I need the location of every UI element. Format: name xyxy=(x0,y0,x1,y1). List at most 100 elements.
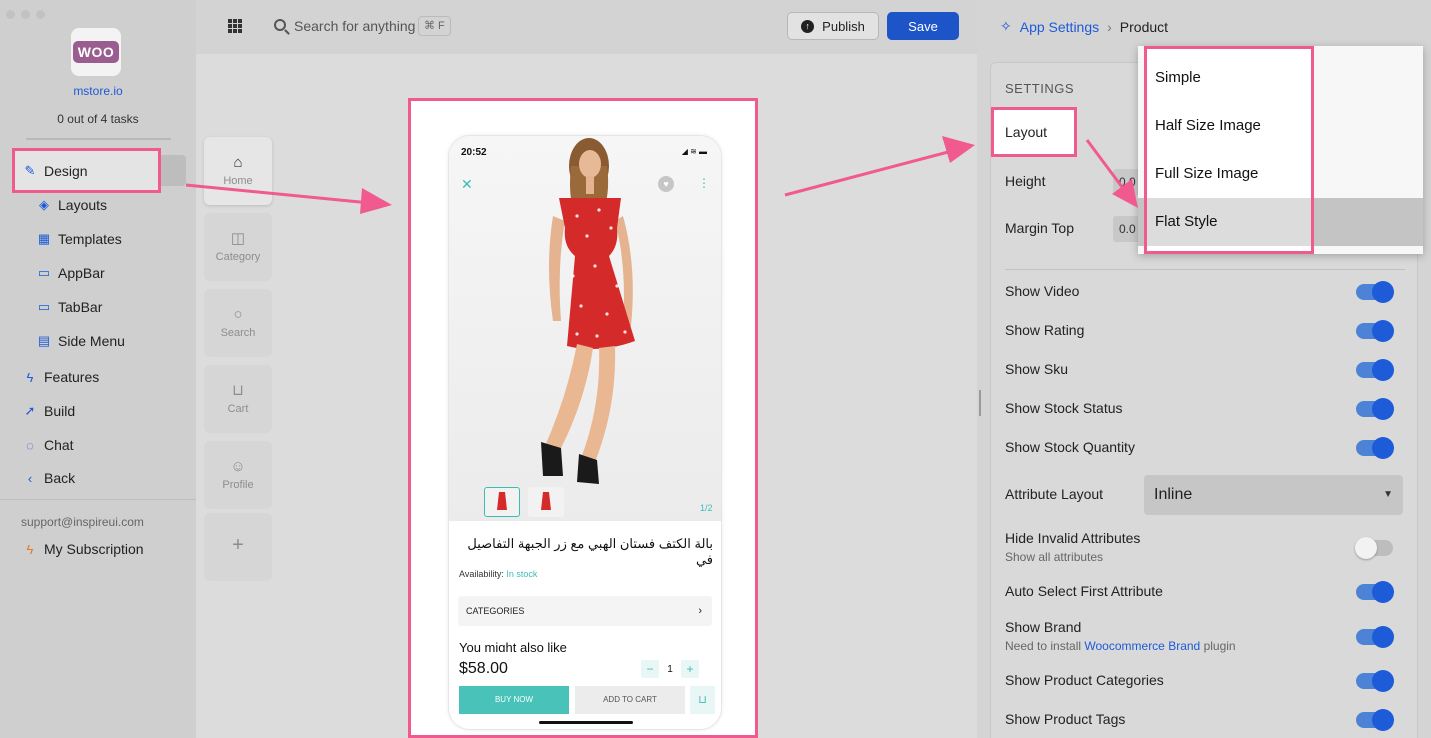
show-stock-status-toggle[interactable] xyxy=(1356,398,1394,420)
home-icon: ⌂ xyxy=(233,154,243,171)
nav-back[interactable]: ‹ Back xyxy=(22,463,75,493)
toggle-label: Show Rating xyxy=(1005,322,1085,338)
rail-cart[interactable]: ⊔ Cart xyxy=(204,365,272,433)
cart-icon[interactable]: ⊔ xyxy=(690,686,715,714)
height-label: Height xyxy=(1005,173,1046,189)
nav-label: Build xyxy=(44,403,76,419)
toggle-label: Show Sku xyxy=(1005,361,1069,377)
layers-icon: ◈ xyxy=(39,197,49,212)
toggle-label: Show Stock Status xyxy=(1005,400,1123,416)
nav-label: Layouts xyxy=(58,197,108,213)
rocket-icon: ➚ xyxy=(24,403,36,418)
dropdown-option-simple[interactable]: Simple xyxy=(1155,69,1201,86)
arrowhead xyxy=(360,188,392,214)
resize-handle[interactable] xyxy=(979,390,981,416)
show-brand-sub: Need to install Woocommerce Brand plugin xyxy=(1005,639,1236,653)
bolt-icon: ϟ xyxy=(26,541,34,557)
rail-home[interactable]: ⌂ Home xyxy=(204,137,272,205)
tabbar-icon: ▭ xyxy=(37,299,51,314)
auto-select-label: Auto Select First Attribute xyxy=(1005,583,1163,599)
rail-label: Profile xyxy=(222,479,254,491)
height-input[interactable]: 0.0 xyxy=(1113,169,1141,195)
save-button[interactable]: Save xyxy=(887,12,959,40)
profile-icon: ☺ xyxy=(230,458,246,475)
search-shortcut-badge: ⌘ F xyxy=(418,16,451,36)
availability-value: In stock xyxy=(506,569,538,579)
show-tags-toggle[interactable] xyxy=(1356,709,1394,731)
tasks-progress-text: 0 out of 4 tasks xyxy=(57,112,139,126)
rail-category[interactable]: ◫ Category xyxy=(204,213,272,281)
nav-features[interactable]: ϟ Features xyxy=(22,362,100,392)
close-icon[interactable]: ✕ xyxy=(461,176,473,193)
nav-tabbar[interactable]: ▭ TabBar xyxy=(36,292,103,322)
quantity-stepper: − 1 + xyxy=(641,660,699,678)
signal-battery-icon: ◢ ≋ ▬ xyxy=(681,147,707,156)
chevron-right-icon: › xyxy=(698,605,702,617)
dropdown-option-full-size[interactable]: Full Size Image xyxy=(1155,165,1258,182)
dropdown-option-half-size[interactable]: Half Size Image xyxy=(1155,117,1261,134)
nav-label: AppBar xyxy=(58,265,105,281)
nav-label: TabBar xyxy=(58,299,103,315)
nav-subscription[interactable]: ϟ My Subscription xyxy=(22,534,144,564)
show-video-toggle[interactable] xyxy=(1356,281,1394,303)
breadcrumb-parent[interactable]: App Settings xyxy=(1020,19,1099,35)
show-sku-toggle[interactable] xyxy=(1356,359,1394,381)
apps-grid-icon[interactable] xyxy=(228,19,242,33)
image-pager: 1/2 xyxy=(700,503,713,513)
window-controls[interactable] xyxy=(6,6,51,24)
home-indicator xyxy=(539,721,633,724)
layout-field[interactable]: Layout xyxy=(991,107,1077,157)
chevron-right-icon: › xyxy=(1107,18,1112,35)
brush-icon: ✎ xyxy=(24,163,36,178)
nav-side-menu[interactable]: ▤ Side Menu xyxy=(36,326,125,356)
add-to-cart-button[interactable]: ADD TO CART xyxy=(575,686,685,714)
appbar-icon: ▭ xyxy=(37,265,51,280)
hide-invalid-toggle[interactable] xyxy=(1355,537,1393,559)
publish-button[interactable]: ↑ Publish xyxy=(787,12,879,40)
image-thumbnail[interactable] xyxy=(528,487,564,517)
nav-label: Back xyxy=(44,470,76,486)
section-divider xyxy=(1005,269,1405,270)
heart-icon[interactable]: ♥ xyxy=(658,176,674,192)
auto-select-toggle[interactable] xyxy=(1356,581,1394,603)
site-link[interactable]: mstore.io xyxy=(0,84,196,98)
nav-build[interactable]: ➚ Build xyxy=(22,396,76,426)
nav-appbar[interactable]: ▭ AppBar xyxy=(36,258,105,288)
rail-search[interactable]: ○ Search xyxy=(204,289,272,357)
margin-top-input[interactable]: 0.0 xyxy=(1113,216,1141,242)
nav-layouts[interactable]: ◈ Layouts xyxy=(36,190,107,220)
show-rating-toggle[interactable] xyxy=(1356,320,1394,342)
image-thumbnail[interactable] xyxy=(484,487,520,517)
sidemenu-icon: ▤ xyxy=(37,333,51,348)
categories-row[interactable]: CATEGORIES › xyxy=(458,596,712,626)
show-stock-quantity-toggle[interactable] xyxy=(1356,437,1394,459)
store-logo: WOO xyxy=(71,28,121,76)
search-icon xyxy=(274,19,286,31)
sidebar-divider xyxy=(0,499,196,500)
nav-design[interactable]: ✎ Design xyxy=(22,156,88,186)
buy-now-button[interactable]: BUY NOW xyxy=(459,686,569,714)
show-categories-toggle[interactable] xyxy=(1356,670,1394,692)
hide-invalid-sub: Show all attributes xyxy=(1005,550,1104,564)
product-model-image xyxy=(541,138,635,484)
quantity-value: 1 xyxy=(667,663,673,675)
nav-chat[interactable]: ◌ Chat xyxy=(22,430,73,460)
top-bar: Search for anything ⌘ F ↑ Publish Save xyxy=(196,0,977,54)
more-icon[interactable]: ⋮ xyxy=(698,176,710,190)
chevron-left-icon: ‹ xyxy=(27,470,33,486)
rail-add[interactable]: + xyxy=(204,513,272,581)
breadcrumb: ✧ App Settings › Product xyxy=(1000,18,1168,35)
woocommerce-brand-link[interactable]: Woocommerce Brand xyxy=(1084,639,1200,653)
search-input[interactable]: Search for anything xyxy=(294,18,415,34)
nav-templates[interactable]: ▦ Templates xyxy=(36,224,122,254)
brand-sub-text: plugin xyxy=(1203,639,1236,653)
availability-label: Availability: xyxy=(459,569,504,579)
attribute-layout-select[interactable]: Inline ▼ xyxy=(1144,475,1403,515)
rail-profile[interactable]: ☺ Profile xyxy=(204,441,272,509)
support-email[interactable]: support@inspireui.com xyxy=(21,515,144,529)
decrement-button[interactable]: − xyxy=(641,660,659,678)
dropdown-option-flat-style[interactable]: Flat Style xyxy=(1155,213,1218,230)
breadcrumb-current: Product xyxy=(1119,18,1169,35)
show-brand-toggle[interactable] xyxy=(1356,626,1394,648)
increment-button[interactable]: + xyxy=(681,660,699,678)
